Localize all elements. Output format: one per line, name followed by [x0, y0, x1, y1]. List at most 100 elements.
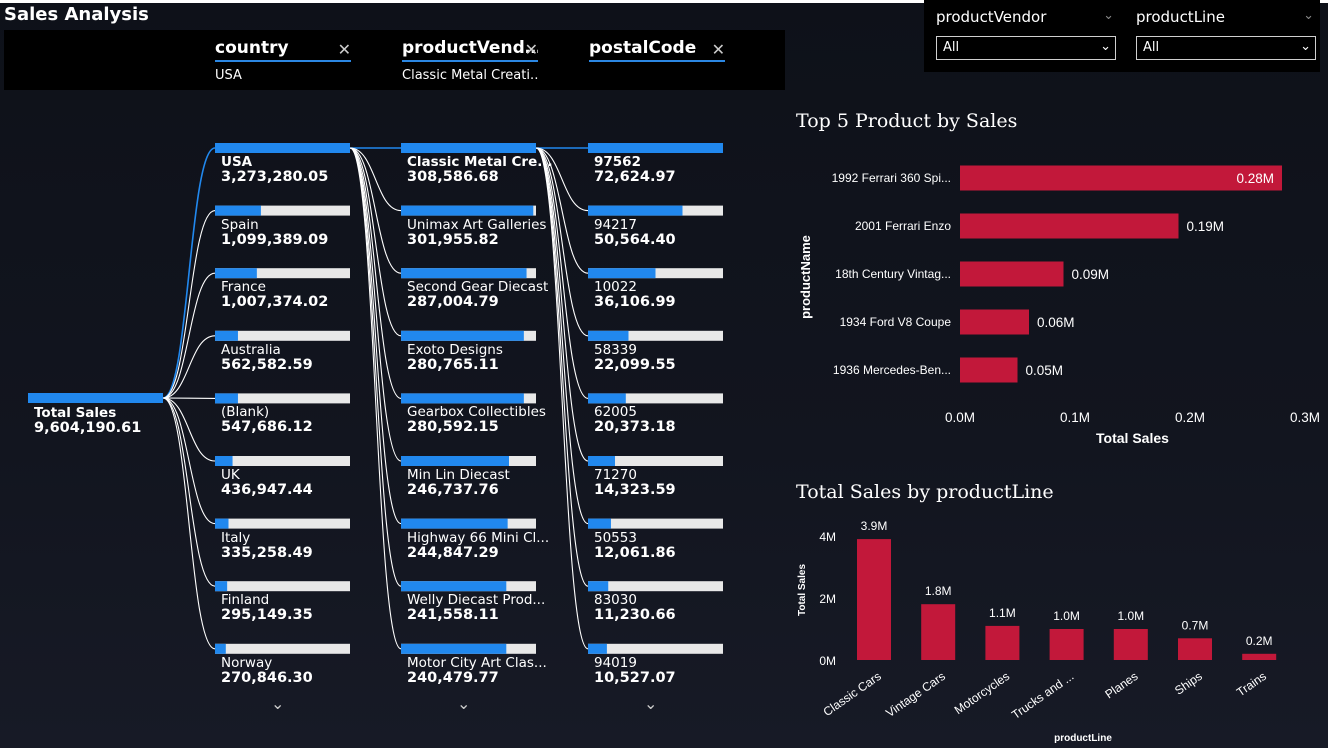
tree-node-label[interactable]: Unimax Art Galleries — [407, 217, 546, 233]
tree-node-label[interactable]: 62005 — [594, 404, 637, 420]
tree-node-label[interactable]: 71270 — [594, 467, 637, 483]
tree-node-label[interactable]: Exoto Designs — [407, 342, 503, 358]
slicer-product-line: productLine ⌄ All ⌄ — [1136, 8, 1316, 60]
slicer-panel: productVendor ⌄ All ⌄ productLine ⌄ All … — [924, 0, 1320, 72]
category-tick-label: 2001 Ferrari Enzo — [855, 219, 951, 233]
node-bar — [588, 143, 723, 153]
node-bar — [215, 643, 226, 654]
x-axis-title: Total Sales — [1096, 430, 1169, 446]
report-canvas: Sales Analysis country ✕ USA productVend… — [0, 0, 1328, 748]
tree-node-label[interactable]: Welly Diecast Prod... — [407, 592, 545, 608]
x-tick-label: 0.0M — [945, 410, 975, 425]
category-tick-label: 18th Century Vintag... — [835, 267, 951, 281]
tree-node-value: 1,099,389.09 — [221, 231, 329, 248]
tree-node-value: 241,558.11 — [407, 607, 499, 624]
data-label: 0.06M — [1037, 315, 1075, 330]
connector-line — [162, 272, 216, 399]
node-bar — [215, 330, 238, 341]
tree-node-value: 72,624.97 — [594, 169, 676, 185]
top5-product-bar-chart: 1992 Ferrari 360 Spi... 0.28M 2001 Ferrari… — [798, 165, 1320, 446]
tree-node-value: 287,004.79 — [407, 294, 499, 311]
tree-node-value: 240,479.77 — [407, 669, 499, 686]
bar — [921, 604, 956, 660]
connector-line — [349, 147, 402, 587]
tree-node-value: 295,149.35 — [221, 607, 313, 624]
tree-node-label[interactable]: Finland — [221, 592, 269, 608]
bar — [960, 309, 1029, 335]
node-track — [215, 581, 350, 592]
decomposition-tree-connectors — [28, 143, 723, 654]
bar — [960, 357, 1018, 383]
node-bar — [215, 518, 229, 529]
node-bar — [215, 456, 233, 466]
tree-node-label[interactable]: Gearbox Collectibles — [407, 404, 546, 420]
tree-node-value: 246,737.76 — [407, 482, 499, 498]
tree-node-label[interactable]: 94019 — [594, 655, 637, 671]
tree-node-label[interactable]: 58339 — [594, 342, 637, 358]
tree-node-value: 36,106.99 — [594, 294, 676, 311]
tree-node-value: 270,846.30 — [221, 669, 313, 686]
tree-node-label[interactable]: France — [221, 279, 266, 295]
tree-node-label[interactable]: Motor City Art Clas... — [407, 655, 547, 671]
tree-node-value: 244,847.29 — [407, 544, 499, 561]
y-tick-label: 0M — [819, 654, 836, 668]
root-label: Total Sales — [34, 405, 117, 421]
y-axis-title: productName — [798, 235, 813, 319]
chevron-down-icon[interactable]: ⌄ — [271, 694, 284, 713]
data-label: 1.0M — [1117, 609, 1144, 623]
tree-node-value: 562,582.59 — [221, 356, 313, 373]
tree-node-value: 547,686.12 — [221, 419, 313, 436]
node-bar — [401, 643, 507, 654]
slicer-label: productLine — [1136, 8, 1225, 26]
connector-line — [162, 397, 216, 650]
y-tick-label: 2M — [819, 592, 836, 606]
data-label: 0.28M — [1236, 171, 1274, 186]
tree-node-label[interactable]: 10022 — [594, 279, 637, 295]
tree-node-value: 436,947.44 — [221, 482, 313, 498]
category-tick-label: Trains — [1234, 669, 1269, 699]
tree-node-label[interactable]: 83030 — [594, 592, 637, 608]
chevron-down-icon[interactable]: ⌄ — [457, 694, 470, 713]
tree-node-label[interactable]: Classic Metal Cre... — [407, 154, 553, 170]
node-bar — [588, 205, 683, 216]
chevron-down-icon[interactable]: ⌄ — [1303, 8, 1314, 23]
category-tick-label: Vintage Cars — [883, 669, 948, 720]
tree-node-label[interactable]: Australia — [221, 342, 281, 358]
node-bar — [215, 205, 261, 216]
product-vendor-dropdown[interactable]: All ⌄ — [936, 36, 1116, 60]
x-axis-title: productLine — [1054, 733, 1112, 744]
top5-chart-title: Top 5 Product by Sales — [796, 110, 1018, 132]
tree-node-label[interactable]: (Blank) — [221, 404, 269, 420]
connector-line — [535, 147, 589, 587]
category-tick-label: 1992 Ferrari 360 Spi... — [832, 171, 951, 185]
slicer-product-vendor: productVendor ⌄ All ⌄ — [936, 8, 1116, 60]
category-tick-label: 1936 Mercedes-Ben... — [833, 363, 951, 377]
data-label: 0.7M — [1182, 618, 1209, 632]
root-value: 9,604,190.61 — [34, 420, 142, 436]
tree-node-label[interactable]: UK — [221, 467, 240, 483]
tree-node-label[interactable]: Italy — [221, 530, 250, 546]
tree-node-label[interactable]: 94217 — [594, 217, 637, 233]
tree-node-label[interactable]: Min Lin Diecast — [407, 467, 510, 483]
x-tick-label: 0.2M — [1175, 410, 1205, 425]
chevron-down-icon[interactable]: ⌄ — [644, 694, 657, 713]
tree-node-label[interactable]: USA — [221, 154, 252, 170]
node-bar — [401, 143, 536, 153]
tree-node-value: 10,527.07 — [594, 669, 676, 686]
category-tick-label: Ships — [1172, 669, 1205, 698]
connector-line — [349, 147, 402, 650]
tree-node-value: 301,955.82 — [407, 231, 499, 248]
node-bar — [401, 205, 534, 216]
tree-node-label[interactable]: 50553 — [594, 530, 637, 546]
tree-node-label[interactable]: 97562 — [594, 154, 641, 170]
chevron-down-icon[interactable]: ⌄ — [1103, 8, 1114, 23]
tree-node-label[interactable]: Spain — [221, 217, 259, 233]
bar — [985, 625, 1020, 660]
product-line-dropdown[interactable]: All ⌄ — [1136, 36, 1316, 60]
connector-line — [162, 147, 216, 399]
node-bar — [588, 456, 615, 466]
tree-node-label[interactable]: Norway — [221, 655, 272, 671]
tree-node-label[interactable]: Highway 66 Mini Cl... — [407, 530, 549, 546]
tree-node-label[interactable]: Second Gear Diecast — [407, 279, 548, 295]
bar — [960, 261, 1064, 287]
